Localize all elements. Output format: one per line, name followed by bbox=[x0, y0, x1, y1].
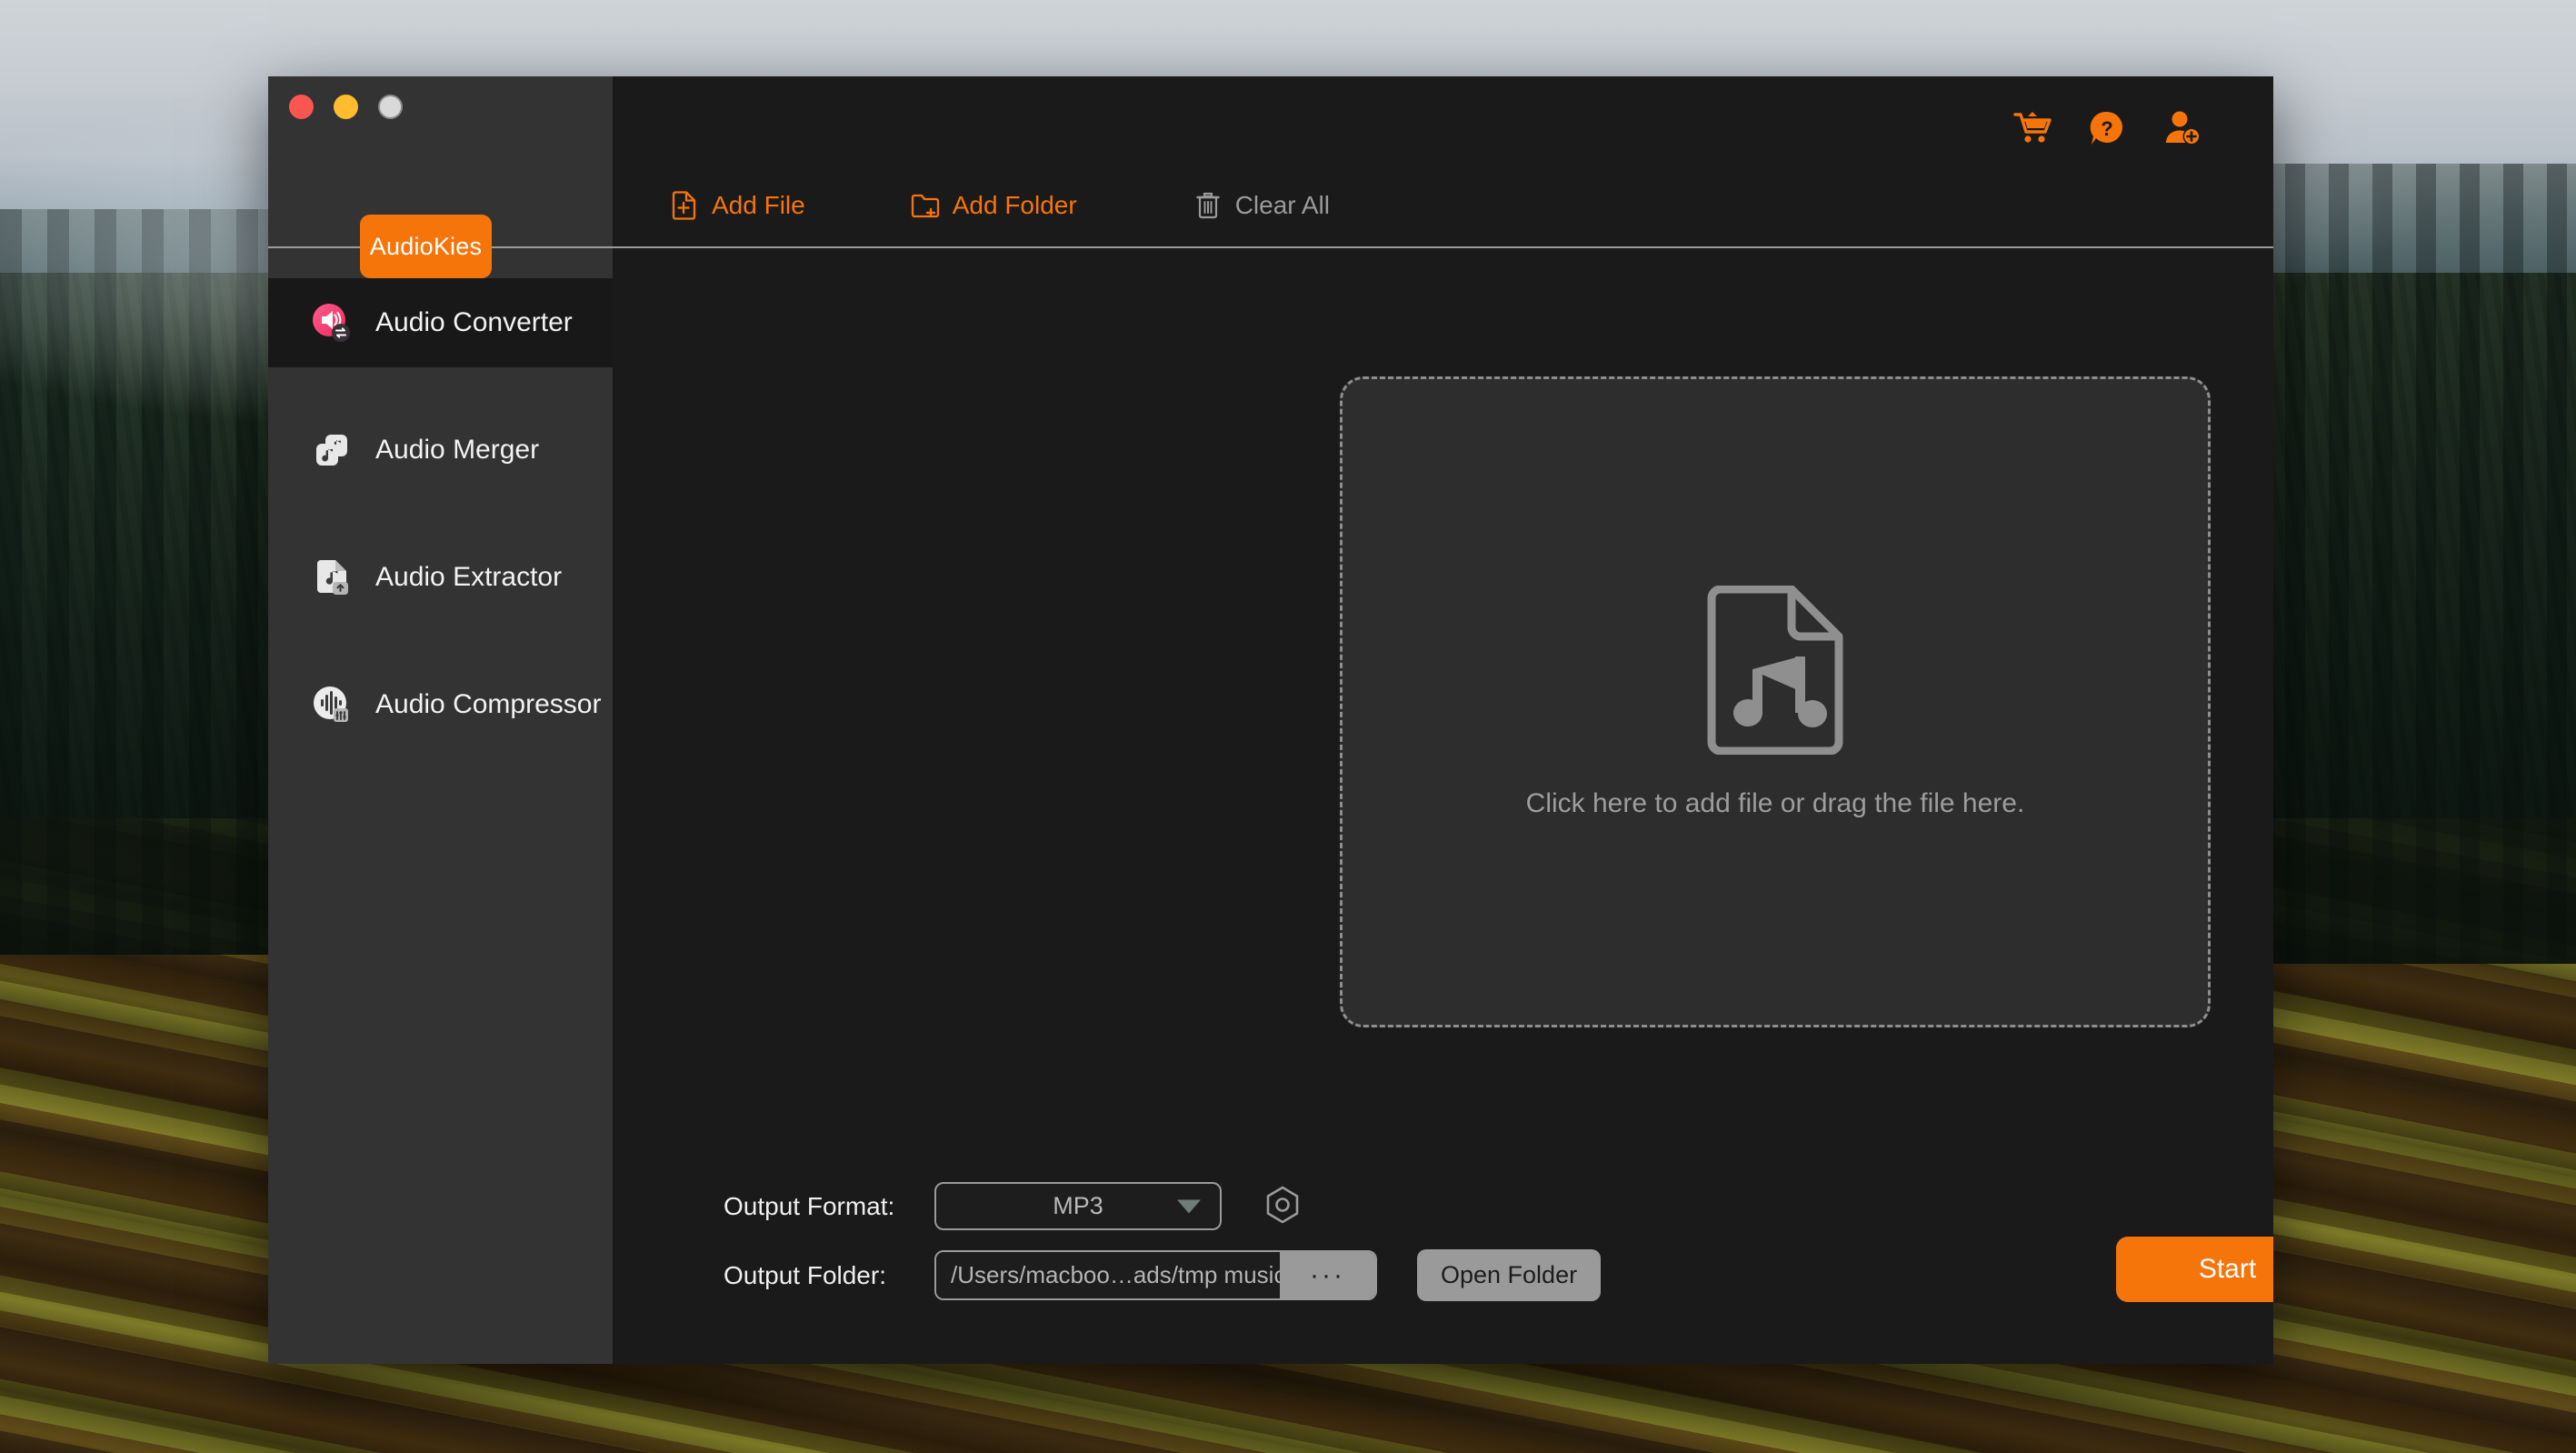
sidebar-item-audio-extractor[interactable]: Audio Extractor bbox=[268, 533, 613, 622]
sidebar-item-audio-merger[interactable]: Audio Merger bbox=[268, 406, 613, 495]
clear-all-button[interactable]: Clear All bbox=[1193, 190, 1330, 221]
titlebar-actions: ? bbox=[2012, 108, 2202, 148]
sidebar: AudioKies bbox=[268, 76, 613, 1364]
output-format-label: Output Format: bbox=[724, 1192, 934, 1221]
folder-plus-icon bbox=[910, 190, 941, 221]
audio-compressor-icon bbox=[309, 682, 354, 727]
clear-all-label: Clear All bbox=[1235, 191, 1330, 220]
output-format-row: Output Format: MP3 bbox=[724, 1182, 1305, 1230]
sidebar-item-label: Audio Extractor bbox=[375, 562, 562, 593]
zoom-window-button[interactable] bbox=[378, 95, 403, 119]
start-button[interactable]: Start bbox=[2116, 1237, 2273, 1302]
dropzone-label: Click here to add file or drag the file … bbox=[1526, 788, 2025, 819]
add-file-button[interactable]: Add File bbox=[669, 190, 805, 221]
app-title-badge: AudioKies bbox=[360, 215, 492, 278]
sidebar-nav: Audio Converter Audio Merger bbox=[268, 278, 613, 749]
add-folder-button[interactable]: Add Folder bbox=[910, 190, 1077, 221]
open-folder-button[interactable]: Open Folder bbox=[1417, 1249, 1601, 1301]
add-file-label: Add File bbox=[712, 191, 805, 220]
file-dropzone[interactable]: Click here to add file or drag the file … bbox=[1340, 376, 2211, 1027]
format-settings-icon[interactable] bbox=[1260, 1184, 1305, 1229]
output-format-value: MP3 bbox=[1053, 1192, 1103, 1220]
minimize-window-button[interactable] bbox=[334, 95, 358, 119]
file-plus-icon bbox=[669, 190, 700, 221]
help-icon[interactable]: ? bbox=[2087, 108, 2127, 148]
output-folder-path[interactable]: /Users/macboo…ads/tmp music bbox=[936, 1252, 1280, 1298]
sidebar-item-label: Audio Converter bbox=[375, 307, 573, 338]
sidebar-item-audio-compressor[interactable]: Audio Compressor bbox=[268, 660, 613, 749]
app-window: AudioKies bbox=[268, 76, 2273, 1364]
sidebar-item-audio-converter[interactable]: Audio Converter bbox=[268, 278, 613, 367]
output-folder-label: Output Folder: bbox=[724, 1261, 934, 1290]
add-folder-label: Add Folder bbox=[953, 191, 1077, 220]
output-folder-row: Output Folder: /Users/macboo…ads/tmp mus… bbox=[724, 1249, 1601, 1301]
close-window-button[interactable] bbox=[289, 95, 314, 119]
cart-icon[interactable] bbox=[2012, 108, 2052, 148]
app-title-label: AudioKies bbox=[370, 233, 482, 261]
trash-icon bbox=[1193, 190, 1223, 221]
open-folder-label: Open Folder bbox=[1441, 1261, 1577, 1289]
titlebar-divider-right bbox=[613, 246, 2273, 248]
file-toolbar: Add File Add Folder bbox=[613, 190, 1330, 221]
sidebar-item-label: Audio Merger bbox=[375, 435, 539, 466]
chevron-down-icon bbox=[1177, 1199, 1201, 1213]
start-label: Start bbox=[2199, 1254, 2256, 1285]
window-controls bbox=[289, 95, 403, 119]
music-file-icon bbox=[1704, 586, 1846, 755]
main-content: ? bbox=[613, 76, 2273, 1364]
desktop-wallpaper: AudioKies bbox=[0, 0, 2576, 1453]
output-folder-field[interactable]: /Users/macboo…ads/tmp music ··· bbox=[934, 1250, 1377, 1300]
output-format-select[interactable]: MP3 bbox=[934, 1182, 1222, 1230]
audio-merger-icon bbox=[309, 427, 354, 473]
svg-text:?: ? bbox=[2101, 117, 2112, 140]
account-add-icon[interactable] bbox=[2162, 108, 2202, 148]
audio-extractor-icon bbox=[309, 555, 354, 600]
audio-converter-icon bbox=[309, 300, 354, 346]
sidebar-item-label: Audio Compressor bbox=[375, 689, 601, 720]
browse-folder-button[interactable]: ··· bbox=[1280, 1252, 1375, 1298]
